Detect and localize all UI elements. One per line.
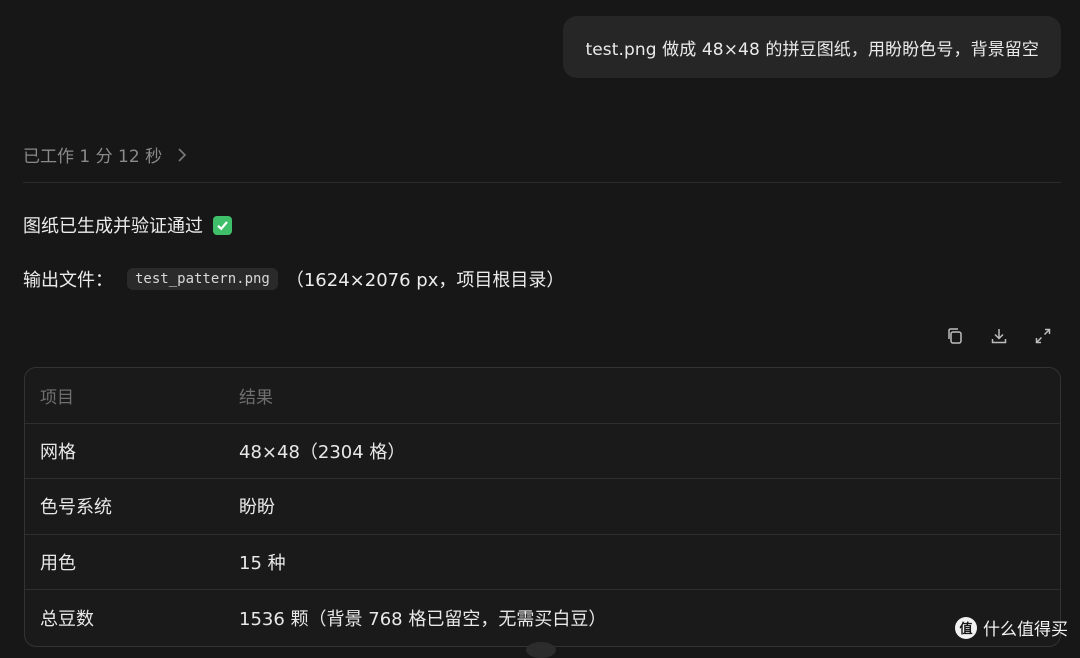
table-cell-key: 色号系统 (25, 493, 239, 519)
chevron-right-icon (174, 147, 190, 163)
watermark-text: 什么值得买 (983, 615, 1068, 640)
table-cell-value: 15 种 (239, 549, 1060, 575)
output-filename: test_pattern.png (127, 268, 278, 290)
watermark-logo: 值 (955, 617, 977, 639)
table-row: 色号系统 盼盼 (25, 479, 1060, 535)
table-header-row: 项目 结果 (25, 368, 1060, 424)
work-duration-label: 已工作 1 分 12 秒 (23, 142, 162, 167)
table-cell-key: 网格 (25, 438, 239, 464)
section-divider (23, 182, 1061, 183)
download-icon[interactable] (988, 325, 1010, 347)
copy-icon[interactable] (944, 325, 966, 347)
work-duration-toggle[interactable]: 已工作 1 分 12 秒 (23, 142, 190, 167)
table-row: 总豆数 1536 颗（背景 768 格已留空，无需买白豆） (25, 590, 1060, 646)
result-table: 项目 结果 网格 48×48（2304 格） 色号系统 盼盼 用色 15 种 总… (24, 367, 1061, 647)
result-status: 图纸已生成并验证通过 (23, 212, 232, 238)
table-cell-key: 用色 (25, 549, 239, 575)
table-header-item: 项目 (25, 383, 239, 408)
table-cell-key: 总豆数 (25, 605, 239, 631)
table-row: 用色 15 种 (25, 535, 1060, 591)
expand-icon[interactable] (1032, 325, 1054, 347)
check-icon (213, 216, 232, 235)
watermark: 值 什么值得买 (955, 615, 1068, 640)
output-file-line: 输出文件： test_pattern.png （1624×2076 px，项目根… (23, 266, 564, 292)
result-status-text: 图纸已生成并验证通过 (23, 212, 203, 238)
table-header-result: 结果 (239, 383, 1060, 408)
table-cell-value: 1536 颗（背景 768 格已留空，无需买白豆） (239, 605, 1060, 631)
output-note: （1624×2076 px，项目根目录） (286, 266, 565, 292)
output-label: 输出文件： (23, 266, 113, 292)
user-message-text: test.png 做成 48×48 的拼豆图纸，用盼盼色号，背景留空 (585, 35, 1039, 60)
table-cell-value: 48×48（2304 格） (239, 438, 1060, 464)
table-cell-value: 盼盼 (239, 493, 1060, 519)
user-message-bubble: test.png 做成 48×48 的拼豆图纸，用盼盼色号，背景留空 (563, 16, 1061, 78)
scroll-to-bottom-button[interactable] (526, 642, 556, 658)
table-row: 网格 48×48（2304 格） (25, 424, 1060, 480)
table-toolbar (944, 325, 1054, 347)
